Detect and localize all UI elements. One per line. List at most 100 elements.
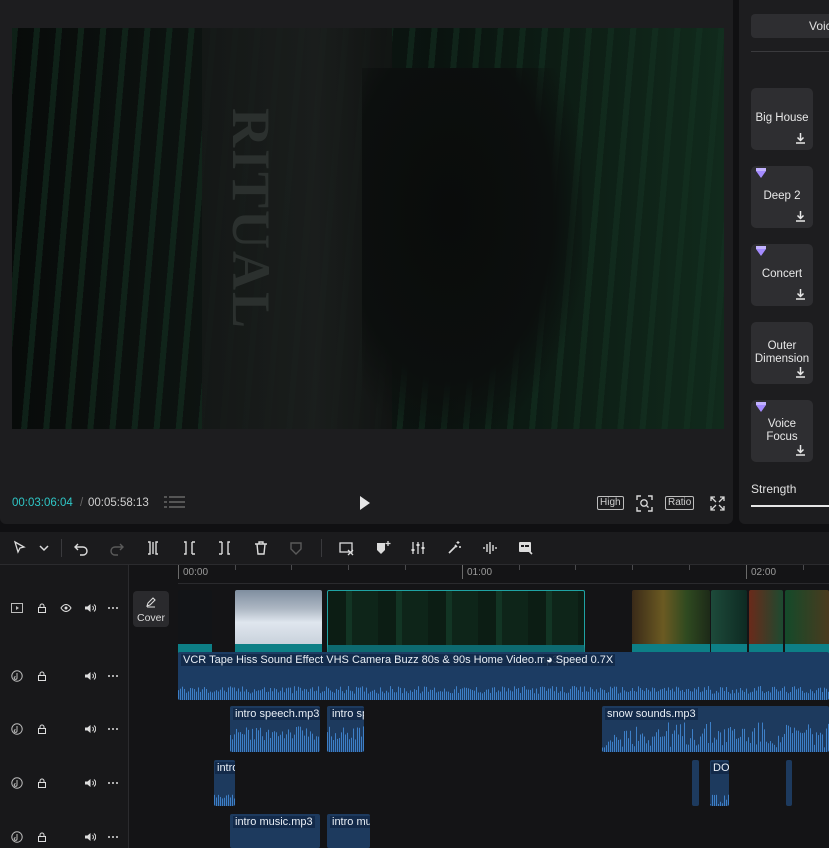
more-dots-icon[interactable] bbox=[107, 777, 119, 789]
video-clip[interactable] bbox=[632, 590, 710, 656]
more-dots-icon[interactable] bbox=[107, 723, 119, 735]
download-icon[interactable] bbox=[793, 131, 808, 146]
effect-card-voice-focus[interactable]: Voice Focus bbox=[751, 400, 813, 462]
audio-clip-snow-sounds[interactable]: snow sounds.mp3 bbox=[602, 706, 829, 752]
quality-button[interactable]: High bbox=[597, 496, 624, 510]
audio-clip-name: DO bbox=[711, 762, 729, 774]
eye-icon[interactable] bbox=[60, 602, 72, 614]
lock-icon[interactable] bbox=[36, 670, 48, 682]
lock-icon[interactable] bbox=[36, 777, 48, 789]
ruler-minor-tick bbox=[235, 565, 236, 570]
video-preview[interactable]: RITUAL bbox=[12, 28, 724, 429]
speaker-icon[interactable] bbox=[84, 831, 96, 843]
adjust-sliders-icon[interactable] bbox=[410, 540, 426, 556]
premium-gem-icon bbox=[756, 168, 766, 178]
zoom-fit-icon[interactable] bbox=[635, 494, 653, 512]
speaker-icon[interactable] bbox=[84, 777, 96, 789]
ratio-button[interactable]: Ratio bbox=[665, 496, 695, 510]
speaker-icon[interactable] bbox=[84, 723, 96, 735]
more-dots-icon[interactable] bbox=[107, 602, 119, 614]
lock-icon[interactable] bbox=[36, 602, 48, 614]
ruler-minor-tick bbox=[689, 565, 690, 570]
trim-right-icon[interactable] bbox=[217, 540, 233, 556]
audio-clip-intro-speech[interactable]: intro speech.mp3 bbox=[230, 706, 320, 752]
download-icon[interactable] bbox=[793, 365, 808, 380]
time-ruler[interactable]: 00:00 01:00 02:00 bbox=[178, 565, 829, 584]
effect-card-big-house[interactable]: Big House bbox=[751, 88, 813, 150]
ruler-minor-tick bbox=[803, 565, 804, 570]
cover-label: Cover bbox=[136, 612, 165, 624]
waveform bbox=[602, 722, 829, 752]
edit-pencil-icon bbox=[146, 597, 156, 608]
ruler-minor-tick bbox=[575, 565, 576, 570]
shield-icon[interactable] bbox=[288, 540, 304, 556]
trim-left-icon[interactable] bbox=[181, 540, 197, 556]
waveform bbox=[327, 726, 364, 752]
video-clip-selected[interactable] bbox=[327, 590, 585, 659]
download-icon[interactable] bbox=[793, 287, 808, 302]
chevron-down-icon[interactable] bbox=[36, 540, 52, 556]
video-clip[interactable] bbox=[749, 590, 783, 656]
chapter-list-icon[interactable] bbox=[164, 494, 186, 510]
audio-track-icon bbox=[11, 670, 23, 682]
more-dots-icon[interactable] bbox=[107, 670, 119, 682]
redo-icon[interactable] bbox=[109, 540, 125, 556]
effect-card-deep-2[interactable]: Deep 2 bbox=[751, 166, 813, 228]
audio-clip-small[interactable] bbox=[692, 760, 699, 806]
select-cursor-icon[interactable] bbox=[12, 540, 28, 556]
freeze-frame-icon[interactable] bbox=[339, 540, 355, 556]
premium-gem-icon bbox=[756, 402, 766, 412]
speaker-icon[interactable] bbox=[84, 602, 96, 614]
auto-caption-icon[interactable] bbox=[518, 540, 534, 556]
lock-icon[interactable] bbox=[36, 831, 48, 843]
fullscreen-icon[interactable] bbox=[708, 494, 726, 512]
ruler-major-tick bbox=[462, 565, 463, 579]
cover-button[interactable]: Cover bbox=[133, 591, 169, 627]
speaker-icon[interactable] bbox=[84, 670, 96, 682]
marker-add-icon[interactable] bbox=[375, 540, 391, 556]
effect-label: Outer Dimension bbox=[754, 340, 810, 365]
play-button[interactable] bbox=[360, 496, 370, 510]
split-icon[interactable] bbox=[145, 540, 161, 556]
strength-slider[interactable] bbox=[751, 505, 829, 507]
current-timecode: 00:03:06:04 bbox=[12, 497, 73, 509]
audio-clip-intro-speech-2[interactable]: intro sp bbox=[327, 706, 364, 752]
download-icon[interactable] bbox=[793, 443, 808, 458]
download-icon[interactable] bbox=[793, 209, 808, 224]
premium-gem-icon bbox=[756, 246, 766, 256]
ruler-minor-tick bbox=[405, 565, 406, 570]
effect-label: Big House bbox=[755, 112, 809, 124]
speed-badge-label: Speed 0.7X bbox=[555, 654, 614, 666]
audio-clip-intro-music-2[interactable]: intro mu bbox=[327, 814, 370, 848]
video-clip[interactable] bbox=[785, 590, 829, 656]
audio-clip-intro[interactable]: intro bbox=[214, 760, 235, 806]
undo-icon[interactable] bbox=[73, 540, 89, 556]
delete-icon[interactable] bbox=[253, 540, 269, 556]
audio-clip-intro-music[interactable]: intro music.mp3 bbox=[230, 814, 320, 848]
voice-tab[interactable]: Voice bbox=[751, 14, 829, 38]
audio-clip-do[interactable]: DO bbox=[710, 760, 729, 806]
audio-clip-name: intro mu bbox=[330, 816, 370, 828]
audio-track-icon bbox=[11, 831, 23, 843]
ruler-major-tick bbox=[178, 565, 179, 579]
toolbar-divider bbox=[321, 539, 322, 557]
audio-clip-name: intro music.mp3 bbox=[233, 816, 315, 828]
panel-divider bbox=[751, 51, 829, 52]
video-figure-shadow bbox=[362, 68, 582, 429]
video-player: RITUAL bbox=[0, 0, 733, 524]
speed-badge: ◕ Speed 0.7X bbox=[544, 654, 616, 666]
audio-clip-vcr-hiss[interactable]: VCR Tape Hiss Sound Effect VHS Camera Bu… bbox=[178, 652, 829, 700]
effect-label: Voice Focus bbox=[766, 418, 798, 443]
audio-clip-small[interactable] bbox=[786, 760, 792, 806]
video-track-icon bbox=[11, 603, 23, 613]
total-timecode: 00:05:58:13 bbox=[88, 497, 149, 509]
more-dots-icon[interactable] bbox=[107, 831, 119, 843]
effect-card-outer-dimension[interactable]: Outer Dimension bbox=[751, 322, 813, 384]
lock-icon[interactable] bbox=[36, 723, 48, 735]
ai-magic-icon[interactable] bbox=[446, 540, 462, 556]
video-clip[interactable] bbox=[711, 590, 747, 656]
effect-card-concert[interactable]: Concert bbox=[751, 244, 813, 306]
audio-waveform-icon[interactable] bbox=[482, 540, 498, 556]
video-clip-snow[interactable] bbox=[235, 590, 322, 658]
video-clip[interactable] bbox=[178, 590, 212, 654]
